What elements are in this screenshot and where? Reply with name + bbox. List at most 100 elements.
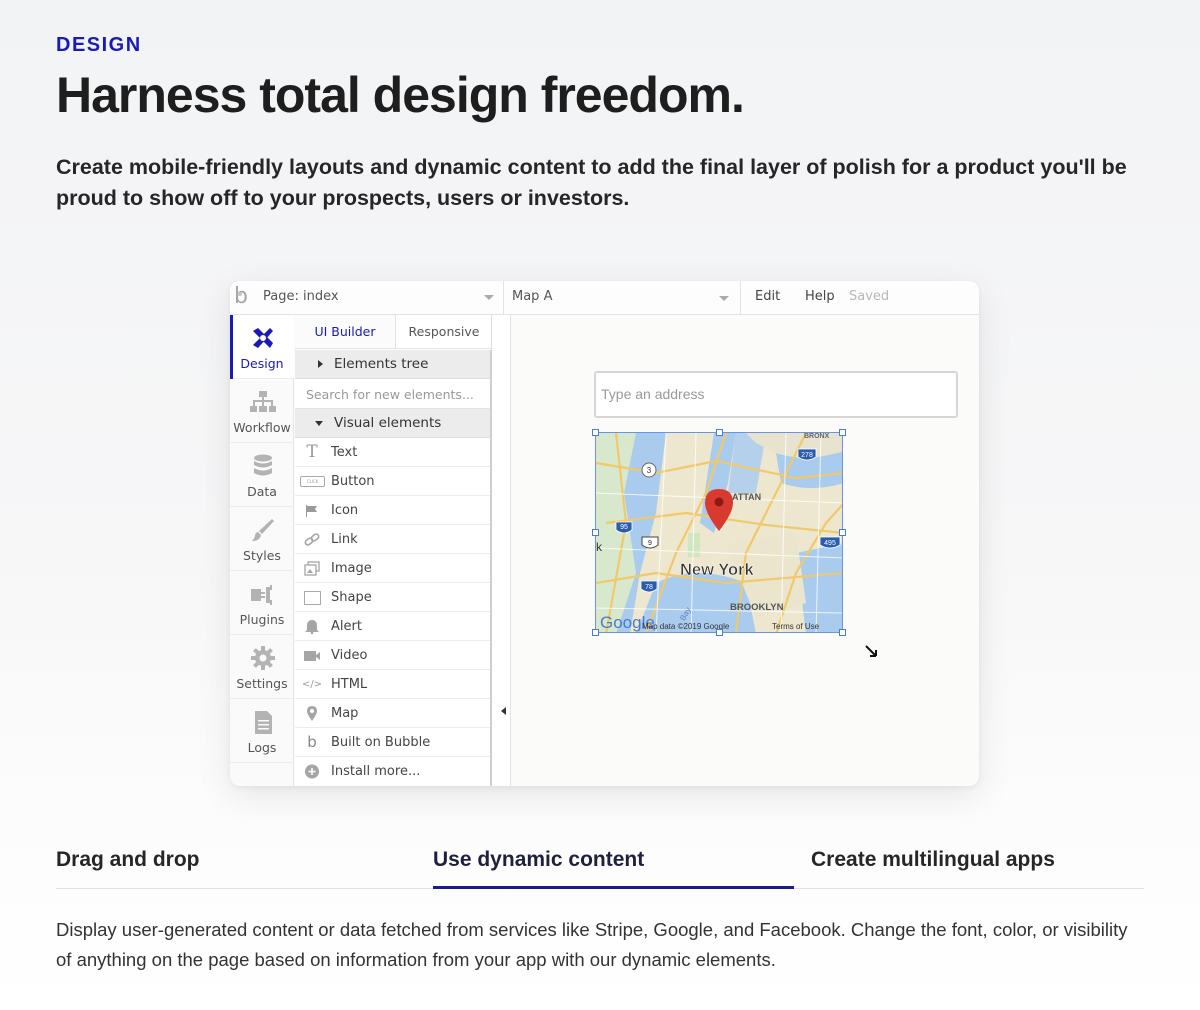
sidebar-item-label: Plugins: [239, 612, 285, 627]
sidebar-item-data[interactable]: Data: [230, 443, 294, 507]
caret-down-icon: [315, 421, 323, 426]
divider: [740, 281, 741, 315]
element-selector[interactable]: Map A: [512, 289, 552, 304]
resize-handle[interactable]: [592, 429, 599, 436]
elements-panel: UI Builder Responsive Elements tree Sear…: [295, 315, 492, 786]
resize-handle[interactable]: [839, 629, 846, 636]
route-shield: 278: [801, 452, 813, 459]
element-item-map[interactable]: Map: [295, 699, 490, 728]
element-item-text[interactable]: T Text: [295, 438, 490, 467]
page-title: Harness total design freedom.: [56, 67, 745, 123]
element-item-built-on-bubble[interactable]: b Built on Bubble: [295, 728, 490, 757]
panel-collapse-bar[interactable]: [492, 315, 511, 786]
tab-ui-builder[interactable]: UI Builder: [295, 315, 395, 349]
resize-cursor-icon: [864, 644, 878, 658]
element-item-image[interactable]: Image: [295, 554, 490, 583]
editor-screenshot: b Page: index Map A Edit Help Saved Desi…: [230, 281, 979, 786]
database-icon: [254, 454, 272, 476]
element-label: Map: [331, 706, 359, 721]
element-label: Alert: [331, 619, 362, 634]
image-icon: [304, 561, 320, 576]
route-shield: 78: [645, 584, 653, 591]
sidebar-item-workflow[interactable]: Workflow: [230, 379, 294, 443]
element-label: Video: [331, 648, 368, 663]
link-icon: [304, 533, 320, 546]
map-element[interactable]: 3 278 95 9 495 78 ATTAN BRONX k New York…: [595, 432, 843, 633]
address-input[interactable]: Type an address: [594, 371, 958, 418]
paintbrush-icon: [252, 519, 274, 541]
element-label: Button: [331, 474, 375, 489]
tab-drag-and-drop[interactable]: Drag and drop: [56, 848, 200, 872]
element-label: HTML: [331, 677, 368, 692]
sidebar-item-label: Logs: [247, 740, 277, 755]
element-label: Shape: [331, 590, 372, 605]
map-label-bronx: BRONX: [804, 433, 830, 440]
page-selector[interactable]: Page: index: [263, 289, 339, 304]
element-search-input[interactable]: Search for new elements...: [295, 380, 490, 409]
plug-icon: [251, 585, 272, 605]
sidebar-item-logs[interactable]: Logs: [230, 699, 294, 763]
caret-right-icon: [318, 360, 323, 368]
element-item-html[interactable]: </> HTML: [295, 670, 490, 699]
save-status: Saved: [849, 289, 890, 304]
gear-icon: [251, 646, 275, 670]
chevron-down-icon[interactable]: [484, 295, 494, 300]
page-subtitle: Create mobile-friendly layouts and dynam…: [56, 155, 1127, 210]
code-icon: </>: [301, 679, 323, 690]
sidebar-item-label: Design: [240, 356, 284, 371]
bell-icon: [305, 620, 319, 634]
divider: [503, 281, 504, 315]
resize-handle[interactable]: [716, 429, 723, 436]
element-label: Built on Bubble: [331, 735, 431, 750]
pin-icon: [307, 706, 317, 721]
workflow-tree-icon: [250, 391, 276, 412]
flag-icon: [306, 505, 317, 517]
edit-menu[interactable]: Edit: [755, 289, 780, 304]
sidebar-item-label: Styles: [243, 548, 281, 563]
map-tiles: 3 278 95 9 495 78 ATTAN BRONX k New York…: [596, 433, 842, 632]
editor-topbar: b Page: index Map A Edit Help Saved: [230, 281, 979, 315]
tab-use-dynamic-content[interactable]: Use dynamic content: [433, 848, 644, 872]
video-icon: [304, 651, 320, 661]
collapse-left-icon[interactable]: [501, 707, 506, 715]
map-terms-link[interactable]: Terms of Use: [772, 622, 820, 631]
chevron-down-icon[interactable]: [719, 296, 729, 301]
element-item-link[interactable]: Link: [295, 525, 490, 554]
map-label-manhattan: ATTAN: [732, 492, 761, 502]
resize-handle[interactable]: [839, 429, 846, 436]
design-cross-icon: [253, 328, 273, 348]
element-item-video[interactable]: Video: [295, 641, 490, 670]
tab-description: Display user-generated content or data f…: [56, 919, 1128, 970]
sidebar-item-design[interactable]: Design: [230, 315, 294, 379]
sidebar-item-plugins[interactable]: Plugins: [230, 571, 294, 635]
visual-elements-label: Visual elements: [334, 415, 442, 431]
sidebar-item-settings[interactable]: Settings: [230, 635, 294, 699]
text-t-icon: T: [306, 442, 318, 462]
element-item-shape[interactable]: Shape: [295, 583, 490, 612]
sidebar-item-styles[interactable]: Styles: [230, 507, 294, 571]
button-icon: CLICK: [300, 476, 325, 487]
visual-elements-toggle[interactable]: Visual elements: [295, 409, 490, 438]
element-item-button[interactable]: CLICK Button: [295, 467, 490, 496]
route-shield: 95: [620, 524, 628, 531]
help-menu[interactable]: Help: [805, 289, 835, 304]
resize-handle[interactable]: [592, 629, 599, 636]
element-item-alert[interactable]: Alert: [295, 612, 490, 641]
element-item-install-more[interactable]: Install more...: [295, 757, 490, 786]
element-label: Install more...: [331, 764, 421, 779]
element-item-icon[interactable]: Icon: [295, 496, 490, 525]
elements-tree-toggle[interactable]: Elements tree: [295, 350, 490, 379]
element-label: Link: [331, 532, 358, 547]
resize-handle[interactable]: [716, 629, 723, 636]
tab-responsive[interactable]: Responsive: [395, 315, 492, 349]
tab-create-multilingual-apps[interactable]: Create multilingual apps: [811, 848, 1055, 872]
section-eyebrow: DESIGN: [56, 34, 142, 56]
resize-handle[interactable]: [592, 529, 599, 536]
elements-tree-label: Elements tree: [334, 356, 429, 372]
sidebar-item-label: Workflow: [233, 420, 291, 435]
element-label: Icon: [331, 503, 359, 518]
editor-sidebar: Design Workflow Data Styles Plugins Sett…: [230, 315, 294, 786]
square-icon: [303, 590, 321, 605]
resize-handle[interactable]: [839, 529, 846, 536]
route-shield: 3: [647, 466, 652, 475]
